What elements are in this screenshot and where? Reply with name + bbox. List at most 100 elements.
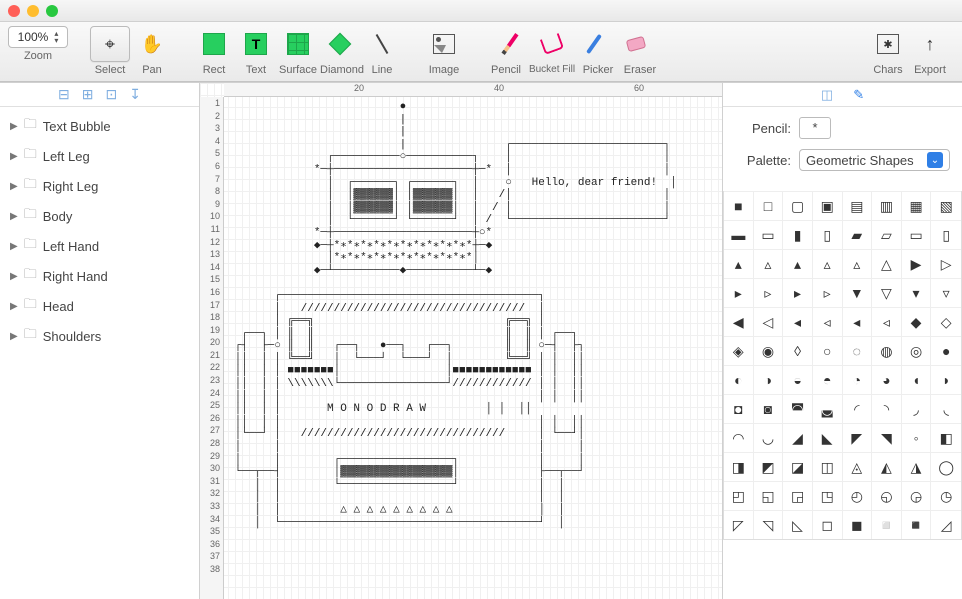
chars-button[interactable]: ✱ (868, 26, 908, 62)
palette-glyph[interactable]: ◱ (754, 481, 784, 510)
palette-glyph[interactable]: ▭ (902, 220, 932, 249)
palette-glyph[interactable]: ▴ (724, 249, 754, 278)
palette-glyph[interactable]: ◺ (783, 510, 813, 539)
layer-sort-icon[interactable]: ↧ (129, 86, 141, 103)
palette-glyph[interactable]: ▦ (902, 191, 932, 220)
palette-glyph[interactable]: ▰ (843, 220, 873, 249)
palette-glyph[interactable]: ◹ (754, 510, 784, 539)
palette-glyph[interactable]: ▣ (813, 191, 843, 220)
palette-glyph[interactable]: ▯ (931, 220, 961, 249)
palette-glyph[interactable]: ◬ (843, 452, 873, 481)
palette-glyph[interactable]: ▸ (783, 278, 813, 307)
bucket-tool-button[interactable] (532, 26, 572, 62)
palette-glyph[interactable]: ▶ (902, 249, 932, 278)
palette-glyph[interactable]: ◙ (754, 394, 784, 423)
palette-glyph[interactable]: ◍ (872, 336, 902, 365)
palette-glyph[interactable]: ◦ (902, 423, 932, 452)
palette-glyph[interactable]: ▢ (783, 191, 813, 220)
palette-glyph[interactable]: ◞ (902, 394, 932, 423)
palette-glyph[interactable]: ◽ (872, 510, 902, 539)
palette-glyph[interactable]: ◇ (931, 307, 961, 336)
layer-distribute-icon[interactable]: ⊡ (106, 86, 118, 103)
layer-align-icon[interactable]: ⊟ (58, 86, 70, 103)
canvas[interactable]: 20 40 60 1234567891011121314151617181920… (200, 83, 722, 599)
palette-glyph[interactable]: ◧ (931, 423, 961, 452)
palette-glyph[interactable]: △ (872, 249, 902, 278)
palette-glyph[interactable]: ▵ (843, 249, 873, 278)
palette-glyph[interactable]: ▮ (783, 220, 813, 249)
palette-glyph[interactable]: ◢ (783, 423, 813, 452)
layer-item[interactable]: ▶🗀Left Leg (0, 141, 199, 171)
palette-glyph[interactable]: ▹ (754, 278, 784, 307)
pencil-char-field[interactable]: * (799, 117, 831, 139)
close-window-button[interactable] (8, 5, 20, 17)
palette-glyph[interactable]: ▧ (931, 191, 961, 220)
palette-glyph[interactable]: ◵ (872, 481, 902, 510)
palette-glyph[interactable]: ▥ (872, 191, 902, 220)
palette-glyph[interactable]: ◎ (902, 336, 932, 365)
palette-glyph[interactable]: ◪ (783, 452, 813, 481)
palette-glyph[interactable]: ◌ (843, 336, 873, 365)
palette-glyph[interactable]: ■ (724, 191, 754, 220)
palette-glyph[interactable]: ◝ (872, 394, 902, 423)
palette-glyph[interactable]: ◊ (783, 336, 813, 365)
zoom-stepper-icon[interactable]: ▴▾ (54, 30, 58, 44)
palette-glyph[interactable]: ◉ (754, 336, 784, 365)
palette-glyph[interactable]: ◿ (931, 510, 961, 539)
rect-tool-button[interactable] (194, 26, 234, 62)
palette-glyph[interactable]: ◶ (902, 481, 932, 510)
palette-glyph[interactable]: ▴ (783, 249, 813, 278)
palette-glyph[interactable]: ◈ (724, 336, 754, 365)
palette-glyph[interactable]: □ (754, 191, 784, 220)
palette-glyph[interactable]: ▱ (872, 220, 902, 249)
palette-glyph[interactable]: ◗ (931, 365, 961, 394)
palette-glyph[interactable]: ◃ (813, 307, 843, 336)
palette-glyph[interactable]: ○ (813, 336, 843, 365)
palette-glyph[interactable]: ◯ (931, 452, 961, 481)
pencil-tool-button[interactable] (490, 26, 530, 62)
palette-glyph[interactable]: ◮ (902, 452, 932, 481)
palette-glyph[interactable]: ◁ (754, 307, 784, 336)
palette-glyph[interactable]: ◔ (843, 365, 873, 394)
palette-glyph[interactable]: ◂ (783, 307, 813, 336)
minimize-window-button[interactable] (27, 5, 39, 17)
palette-glyph[interactable]: ▷ (931, 249, 961, 278)
palette-glyph[interactable]: ◡ (754, 423, 784, 452)
palette-glyph[interactable]: ◃ (872, 307, 902, 336)
inspector-tab-pencil-icon[interactable]: ✎ (853, 87, 864, 103)
palette-glyph[interactable]: ● (931, 336, 961, 365)
layer-item[interactable]: ▶🗀Right Hand (0, 261, 199, 291)
layer-item[interactable]: ▶🗀Shoulders (0, 321, 199, 351)
palette-glyph[interactable]: ▯ (813, 220, 843, 249)
palette-glyph[interactable]: ◕ (872, 365, 902, 394)
palette-glyph[interactable]: ▭ (754, 220, 784, 249)
palette-glyph[interactable]: ◚ (783, 394, 813, 423)
layer-item[interactable]: ▶🗀Left Hand (0, 231, 199, 261)
text-tool-button[interactable]: T (236, 26, 276, 62)
layer-item[interactable]: ▶🗀Body (0, 201, 199, 231)
palette-glyph[interactable]: ◨ (724, 452, 754, 481)
zoom-window-button[interactable] (46, 5, 58, 17)
palette-glyph[interactable]: ◜ (843, 394, 873, 423)
palette-glyph[interactable]: ◑ (754, 365, 784, 394)
layer-item[interactable]: ▶🗀Right Leg (0, 171, 199, 201)
palette-glyph[interactable]: ▵ (813, 249, 843, 278)
palette-glyph[interactable]: ◠ (724, 423, 754, 452)
palette-glyph[interactable]: ▿ (931, 278, 961, 307)
pan-tool-button[interactable]: ✋ (132, 26, 172, 62)
palette-glyph[interactable]: ◫ (813, 452, 843, 481)
select-tool-button[interactable]: ⌖ (90, 26, 130, 62)
palette-glyph[interactable]: ▽ (872, 278, 902, 307)
image-tool-button[interactable] (424, 26, 464, 62)
line-tool-button[interactable] (362, 26, 402, 62)
diamond-tool-button[interactable] (320, 26, 360, 62)
palette-glyph[interactable]: ◒ (783, 365, 813, 394)
palette-glyph[interactable]: ◖ (902, 365, 932, 394)
palette-glyph[interactable]: ◣ (813, 423, 843, 452)
picker-tool-button[interactable] (574, 26, 614, 62)
palette-glyph[interactable]: ◴ (843, 481, 873, 510)
palette-glyph[interactable]: ◤ (843, 423, 873, 452)
palette-select[interactable]: Geometric Shapes ⌄ (799, 149, 950, 171)
palette-glyph[interactable]: ◐ (724, 365, 754, 394)
palette-glyph[interactable]: ◓ (813, 365, 843, 394)
